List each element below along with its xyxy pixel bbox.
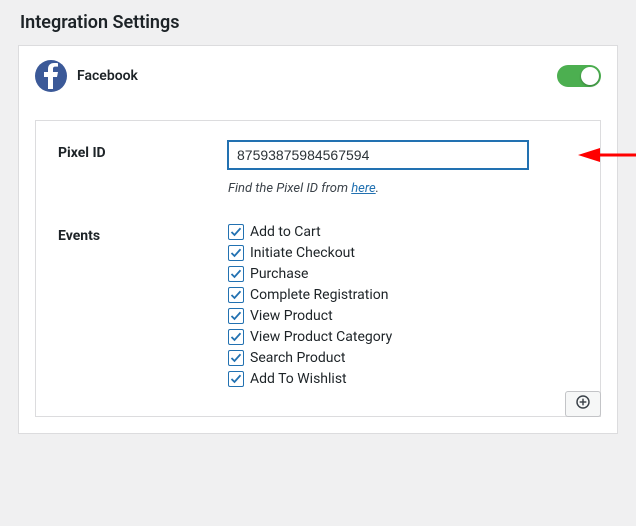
event-checkbox[interactable]	[228, 371, 244, 387]
enable-toggle[interactable]	[557, 65, 601, 87]
event-item: Purchase	[228, 266, 578, 282]
facebook-icon	[35, 60, 67, 92]
event-label: Initiate Checkout	[250, 245, 355, 261]
event-checkbox[interactable]	[228, 329, 244, 345]
event-item: Search Product	[228, 350, 578, 366]
event-item: Add to Cart	[228, 224, 578, 240]
event-label: Add To Wishlist	[250, 371, 347, 387]
pixel-id-label: Pixel ID	[58, 141, 228, 161]
integration-card: Facebook Pixel ID Find the Pix	[18, 45, 618, 434]
event-checkbox[interactable]	[228, 266, 244, 282]
pixel-id-hint: Find the Pixel ID from here.	[228, 181, 578, 196]
event-label: Search Product	[250, 350, 345, 366]
event-item: Add To Wishlist	[228, 371, 578, 387]
events-label: Events	[58, 224, 228, 244]
event-label: Purchase	[250, 266, 308, 282]
event-label: Complete Registration	[250, 287, 388, 303]
event-checkbox[interactable]	[228, 350, 244, 366]
events-list: Add to Cart Initiate Checkout Purchase Comp…	[228, 224, 578, 387]
plus-circle-icon	[575, 394, 591, 414]
event-item: Initiate Checkout	[228, 245, 578, 261]
event-label: View Product Category	[250, 329, 392, 345]
settings-panel: Pixel ID Find the Pixel ID from here.	[35, 120, 601, 417]
event-label: View Product	[250, 308, 333, 324]
event-checkbox[interactable]	[228, 287, 244, 303]
pixel-id-input[interactable]	[228, 141, 528, 169]
page-title: Integration Settings	[20, 12, 618, 33]
provider-name: Facebook	[77, 68, 138, 84]
event-label: Add to Cart	[250, 224, 321, 240]
event-item: Complete Registration	[228, 287, 578, 303]
event-checkbox[interactable]	[228, 224, 244, 240]
add-button[interactable]	[565, 391, 601, 417]
pixel-id-help-link[interactable]: here	[351, 181, 375, 196]
event-item: View Product	[228, 308, 578, 324]
card-header: Facebook	[35, 60, 601, 92]
event-checkbox[interactable]	[228, 245, 244, 261]
event-checkbox[interactable]	[228, 308, 244, 324]
annotation-arrow-icon	[578, 145, 636, 169]
event-item: View Product Category	[228, 329, 578, 345]
